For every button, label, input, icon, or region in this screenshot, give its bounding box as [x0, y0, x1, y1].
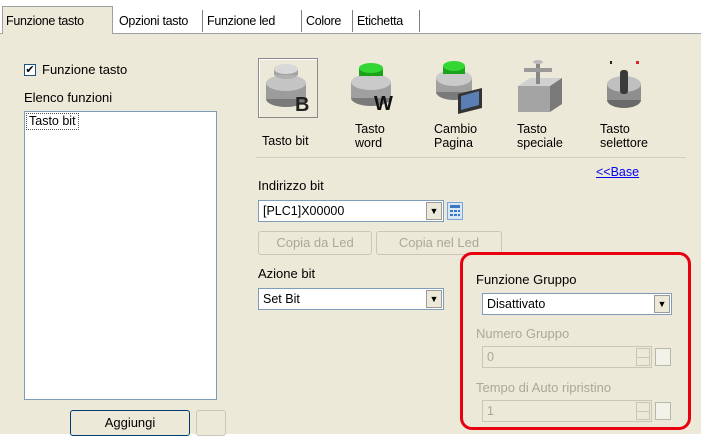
selector-switch-label-1: Tasto [600, 122, 630, 136]
bit-address-value: [PLC1]X00000 [263, 204, 345, 218]
bit-action-label: Azione bit [258, 266, 316, 281]
funzione-tasto-checkbox-label: Funzione tasto [42, 62, 128, 77]
bit-action-combo[interactable]: Set Bit ▼ [258, 288, 444, 310]
tab-etichetta[interactable]: Etichetta [354, 10, 420, 32]
list-item[interactable]: Tasto bit [26, 113, 79, 130]
change-screen-label-2: Pagina [434, 136, 473, 150]
tab-opzioni-tasto[interactable]: Opzioni tasto [116, 10, 203, 32]
selector-switch-button[interactable] [596, 58, 656, 118]
svg-text:W: W [374, 93, 393, 115]
funzione-tasto-checkbox[interactable]: ✔ [24, 64, 36, 76]
bit-switch-label: Tasto bit [262, 134, 309, 148]
icons-divider [256, 157, 686, 158]
change-screen-button[interactable] [430, 58, 490, 118]
copy-from-led-button[interactable]: Copia da Led [258, 231, 372, 255]
bit-switch-icon: B [266, 64, 309, 116]
word-switch-label-1: Tasto [355, 122, 385, 136]
bit-address-label: Indirizzo bit [258, 178, 324, 193]
bit-address-combo[interactable]: [PLC1]X00000 ▼ [258, 200, 444, 222]
word-switch-label-2: word [355, 136, 383, 150]
word-switch-icon: W [351, 63, 393, 115]
special-switch-label-1: Tasto [517, 122, 547, 136]
chevron-down-icon[interactable]: ▼ [426, 290, 442, 308]
special-switch-label-2: speciale [517, 136, 563, 150]
special-switch-icon [518, 60, 562, 112]
selector-switch-label-2: selettore [600, 136, 648, 150]
chevron-down-icon[interactable]: ▼ [426, 202, 442, 220]
tab-colore[interactable]: Colore [303, 10, 353, 32]
function-list-title: Elenco funzioni [24, 90, 113, 105]
base-link[interactable]: <<Base [596, 165, 639, 179]
word-switch-button[interactable]: W [344, 58, 404, 118]
tab-strip: Funzione tasto Opzioni tasto Funzione le… [0, 0, 701, 34]
function-list[interactable]: Tasto bit [24, 111, 217, 400]
change-screen-label-1: Cambio [434, 122, 478, 136]
special-switch-button[interactable] [510, 58, 570, 118]
add-button[interactable]: Aggiungi [70, 410, 190, 436]
change-screen-icon [436, 61, 482, 114]
bit-action-value: Set Bit [263, 292, 300, 306]
bit-switch-button[interactable]: B [258, 58, 318, 118]
keypad-icon[interactable] [447, 202, 463, 220]
highlight-frame [460, 252, 691, 430]
move-button [196, 410, 226, 436]
selector-switch-icon [607, 61, 641, 108]
tab-funzione-led[interactable]: Funzione led [204, 10, 302, 32]
tab-funzione-tasto[interactable]: Funzione tasto [2, 6, 113, 34]
svg-text:B: B [295, 94, 309, 116]
